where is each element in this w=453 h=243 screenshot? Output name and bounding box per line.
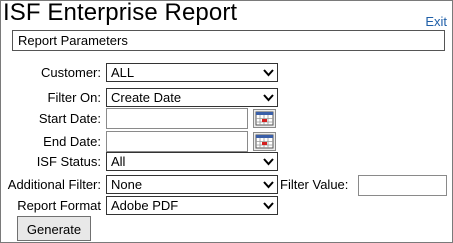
report-parameters-header: Report Parameters [12,30,445,51]
customer-select[interactable]: ALL [106,63,278,82]
filter-on-select[interactable]: Create Date [106,88,278,107]
additional-filter-label: Additional Filter: [7,177,101,192]
exit-link[interactable]: Exit [425,14,447,29]
start-date-label: Start Date: [38,111,101,126]
additional-filter-select-value: None [111,177,143,192]
filter-value-field[interactable] [358,175,447,196]
chevron-down-icon [263,202,274,210]
filter-on-label: Filter On: [47,90,101,105]
isf-status-label: ISF Status: [36,154,101,169]
start-date-calendar-button[interactable] [253,109,276,128]
generate-button[interactable]: Generate [17,216,91,241]
customer-select-value: ALL [111,65,135,80]
additional-filter-select[interactable]: None [106,175,278,194]
end-date-field[interactable] [106,131,248,152]
report-format-label: Report Format [17,198,101,213]
calendar-icon [255,111,274,126]
chevron-down-icon [263,69,274,77]
report-format-select[interactable]: Adobe PDF [106,196,278,215]
customer-label: Customer: [41,65,101,80]
end-date-label: End Date: [43,134,101,149]
report-window: ISF Enterprise Report Exit Report Parame… [0,0,453,243]
chevron-down-icon [263,94,274,102]
isf-status-select[interactable]: All [106,152,278,171]
filter-value-label: Filter Value: [280,177,349,192]
report-format-select-value: Adobe PDF [111,198,179,213]
end-date-calendar-button[interactable] [253,132,276,151]
calendar-icon [255,134,274,149]
chevron-down-icon [263,181,274,189]
page-title: ISF Enterprise Report [3,0,238,26]
isf-status-select-value: All [111,154,126,169]
start-date-field[interactable] [106,108,248,129]
filter-on-select-value: Create Date [111,90,182,105]
chevron-down-icon [263,158,274,166]
